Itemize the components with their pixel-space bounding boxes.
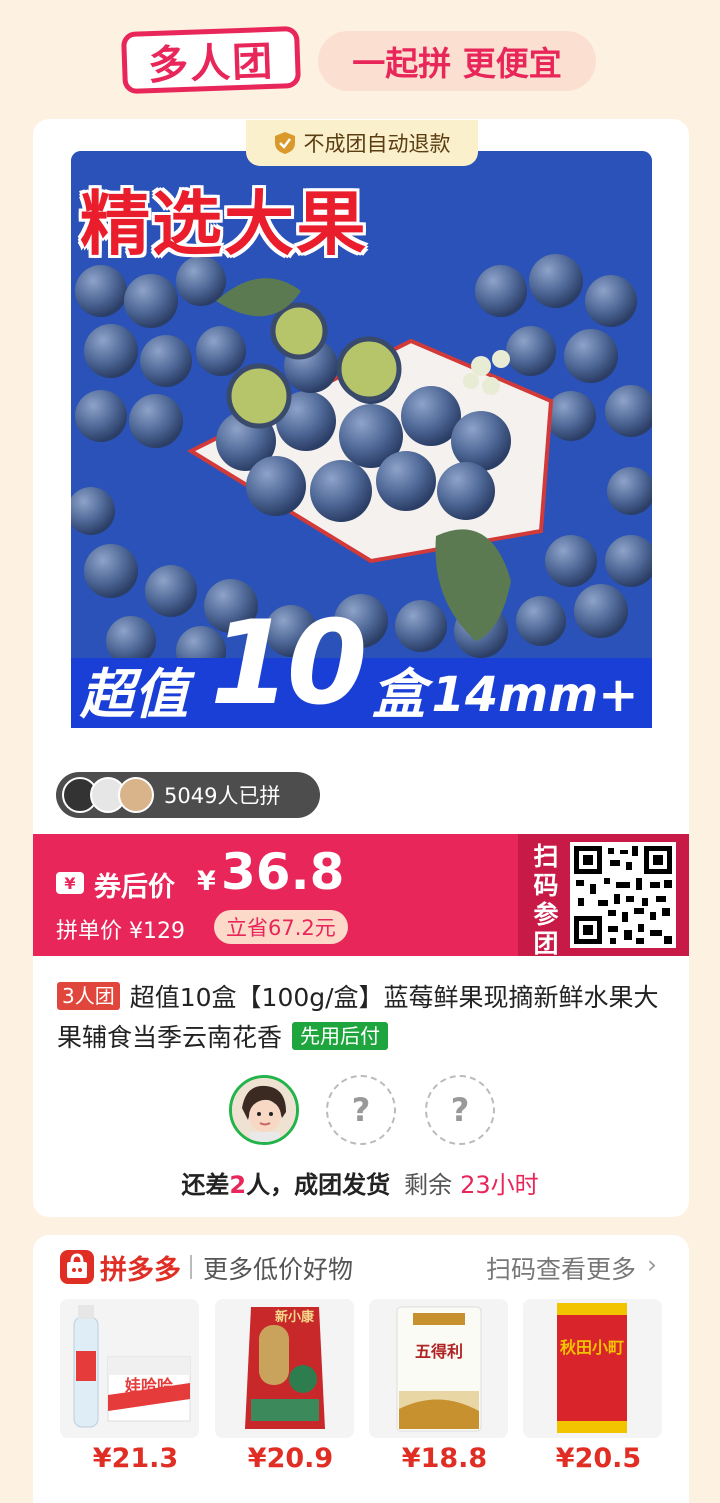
single-price: 拼单价 ¥129 xyxy=(56,919,185,944)
refund-badge-text: 不成团自动退款 xyxy=(303,132,451,156)
joined-count-text: 5049人已拼 xyxy=(164,784,281,808)
remaining-time: 23小时 xyxy=(460,1171,539,1199)
status-suffix: 人，成团发货 xyxy=(246,1171,391,1199)
after-coupon-price: 36.8 xyxy=(221,843,345,901)
empty-member-slot: ? xyxy=(425,1075,495,1145)
recommend-item-water[interactable]: 娃哈哈 xyxy=(60,1299,199,1438)
recommend-price: ¥20.5 xyxy=(555,1443,642,1474)
recommend-price: ¥20.9 xyxy=(247,1443,334,1474)
status-missing-count: 2 xyxy=(229,1171,247,1199)
header-slogan: 一起拼 更便宜 xyxy=(318,31,596,91)
recommend-price: ¥21.3 xyxy=(92,1443,179,1474)
scan-more-link[interactable]: 扫码查看更多 xyxy=(486,1250,636,1286)
pinduoduo-logo-icon xyxy=(60,1250,94,1284)
group-leader-avatar xyxy=(229,1075,299,1145)
item-label: 秋田小町 xyxy=(560,1338,624,1357)
pay-later-tag: 先用后付 xyxy=(292,1022,389,1050)
after-coupon-label: 券后价 xyxy=(94,872,175,903)
currency-sign: ¥ xyxy=(197,866,216,897)
save-badge: 立省67.2元 xyxy=(214,910,348,944)
image-banner-text: 超值 10 盒 14mm+ xyxy=(80,596,638,728)
banner-unit: 盒 xyxy=(371,663,426,726)
recommend-item-akita-rice[interactable]: 秋田小町 xyxy=(523,1299,662,1438)
empty-member-slot: ? xyxy=(326,1075,396,1145)
avatar xyxy=(118,777,154,813)
product-title: 3人团 超值10盒【100g/盒】蓝莓鲜果现摘新鲜水果大果辅食当季云南花香 先用后付 xyxy=(57,978,667,1058)
shield-check-icon xyxy=(274,132,295,154)
image-title: 精选大果 xyxy=(80,183,368,265)
recommend-price: ¥18.8 xyxy=(401,1443,488,1474)
recommend-item-rice[interactable]: 新小康 xyxy=(215,1299,354,1438)
divider xyxy=(190,1255,192,1279)
chevron-right-icon[interactable]: › xyxy=(647,1250,657,1279)
item-label: 五得利 xyxy=(415,1342,463,1361)
banner-size: 14mm+ xyxy=(431,667,639,723)
banner-number: 10 xyxy=(210,596,367,731)
group-status: 还差2人，成团发货 剩余 23小时 xyxy=(0,1165,720,1200)
recommend-item-flour[interactable]: 五得利 xyxy=(369,1299,508,1438)
recommend-slogan: 更多低价好物 xyxy=(203,1255,354,1284)
banner-prefix: 超值 xyxy=(80,663,188,726)
group-size-tag: 3人团 xyxy=(57,982,120,1010)
group-buy-logo: 多人团 xyxy=(120,25,302,95)
joined-count-pill: 5049人已拼 xyxy=(56,772,320,818)
refund-badge: 不成团自动退款 xyxy=(246,120,478,166)
qr-code[interactable] xyxy=(570,842,676,948)
remaining-label: 剩余 xyxy=(404,1171,453,1199)
coupon-icon: ¥ xyxy=(56,872,84,894)
scan-to-join-label: 扫码参团 xyxy=(533,842,559,958)
status-prefix: 还差 xyxy=(181,1171,230,1199)
brand-name: 拼多多 xyxy=(100,1255,181,1286)
item-label: 娃哈哈 xyxy=(124,1376,173,1395)
item-label: 新小康 xyxy=(275,1309,315,1325)
